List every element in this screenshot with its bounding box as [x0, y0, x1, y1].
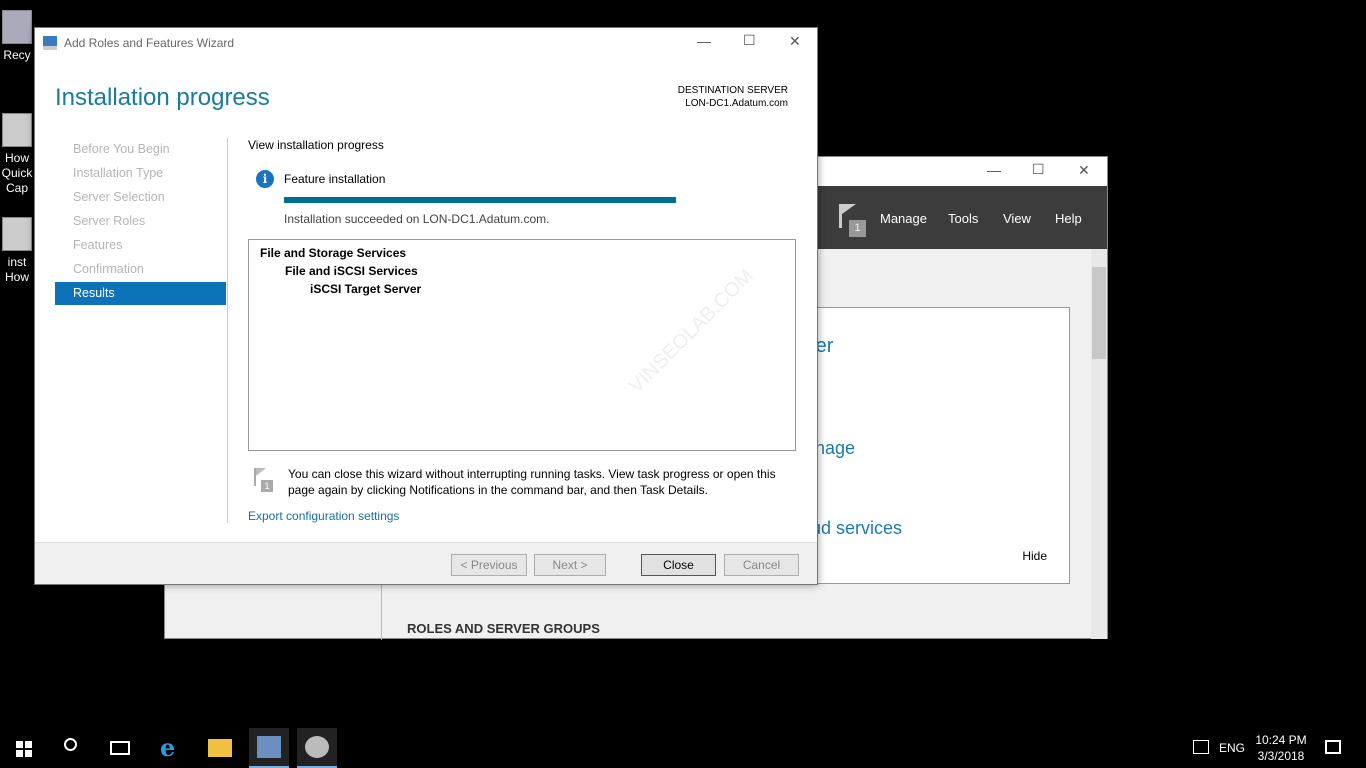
- cancel-button[interactable]: Cancel: [724, 554, 799, 576]
- menu-view[interactable]: View: [1003, 211, 1031, 226]
- page-title: Installation progress: [55, 84, 270, 111]
- close-window-button[interactable]: ✕: [789, 33, 801, 50]
- nav-confirmation: Confirmation: [73, 262, 144, 276]
- maximize-button[interactable]: ☐: [1032, 161, 1045, 178]
- status-text: Installation succeeded on LON-DC1.Adatum…: [284, 212, 550, 226]
- section-title: ROLES AND SERVER GROUPS: [407, 621, 600, 636]
- desktop-icon-label: How Quick Cap: [1, 151, 33, 195]
- clock-date: 3/3/2018: [1257, 749, 1305, 763]
- wizard-window: Add Roles and Features Wizard — ☐ ✕ Inst…: [34, 27, 818, 585]
- previous-button[interactable]: < Previous: [451, 554, 527, 576]
- maximize-button[interactable]: ☐: [743, 32, 756, 49]
- window-title: Add Roles and Features Wizard: [64, 36, 235, 50]
- nav-before-you-begin: Before You Begin: [73, 142, 170, 156]
- nav-features: Features: [73, 238, 123, 252]
- link-add-manage[interactable]: nage: [815, 438, 855, 459]
- hide-link[interactable]: Hide: [1022, 549, 1047, 563]
- recycle-bin-icon: [2, 10, 32, 44]
- clock[interactable]: 10:24 PM 3/3/2018: [1250, 732, 1312, 764]
- desktop-icon-label: Recy: [3, 48, 31, 62]
- server-manager-taskbar-button[interactable]: [249, 728, 289, 768]
- shortcut-icon: [2, 113, 32, 147]
- menu-help[interactable]: Help: [1055, 211, 1082, 226]
- results-box: File and Storage Services File and iSCSI…: [248, 239, 796, 451]
- taskbar: e ENG 10:24 PM 3/3/2018: [0, 728, 1366, 768]
- note-text: You can close this wizard without interr…: [288, 467, 776, 497]
- flag-icon: [842, 204, 856, 214]
- app-taskbar-button[interactable]: [297, 728, 337, 768]
- note-badge: 1: [261, 480, 273, 492]
- desktop-icon-label: inst How: [4, 255, 29, 284]
- clock-time: 10:24 PM: [1255, 733, 1307, 747]
- progress-bar: [284, 197, 676, 203]
- app-icon: [305, 736, 329, 758]
- minimize-button[interactable]: —: [697, 33, 711, 49]
- nav-divider: [227, 138, 228, 523]
- desktop-icon-shortcut-2[interactable]: inst How: [0, 217, 34, 285]
- server-manager-icon: [257, 736, 281, 758]
- start-button[interactable]: [16, 741, 32, 757]
- scroll-thumb[interactable]: [1092, 267, 1106, 359]
- watermark: VINSEOLAB.COM: [625, 264, 758, 398]
- info-icon: i: [256, 170, 274, 188]
- language-indicator[interactable]: ENG: [1219, 741, 1245, 755]
- wizard-icon: [43, 36, 57, 50]
- notifications-flag[interactable]: 1: [837, 204, 867, 238]
- network-warning-icon[interactable]: [1193, 740, 1209, 754]
- minimize-button[interactable]: —: [987, 162, 1001, 178]
- notification-flag-icon: 1: [252, 468, 274, 494]
- feature-installation-label: Feature installation: [284, 172, 386, 186]
- tree-item: iSCSI Target Server: [310, 282, 422, 296]
- desktop-icon-recycle-bin[interactable]: Recy: [0, 10, 34, 63]
- desktop-icon-shortcut-1[interactable]: How Quick Cap: [0, 113, 34, 196]
- nav-server-selection: Server Selection: [73, 190, 165, 204]
- notification-badge: 1: [849, 220, 866, 237]
- search-icon[interactable]: [64, 738, 77, 751]
- menu-tools[interactable]: Tools: [948, 211, 978, 226]
- task-view-icon[interactable]: [110, 741, 130, 755]
- tree-item: File and iSCSI Services: [285, 264, 418, 278]
- next-button[interactable]: Next >: [534, 554, 606, 576]
- nav-installation-type: Installation Type: [73, 166, 164, 180]
- close-button[interactable]: ✕: [1078, 162, 1090, 179]
- menu-manage[interactable]: Manage: [880, 211, 927, 226]
- file-explorer-icon[interactable]: [208, 739, 232, 757]
- divider: [381, 584, 382, 640]
- internet-explorer-icon[interactable]: e: [160, 736, 184, 760]
- progress-fill: [284, 197, 676, 203]
- nav-results[interactable]: Results: [55, 282, 226, 305]
- scrollbar[interactable]: [1091, 249, 1107, 639]
- view-progress-label: View installation progress: [248, 138, 384, 152]
- destination-label: DESTINATION SERVER: [677, 85, 788, 96]
- nav-server-roles: Server Roles: [73, 214, 146, 228]
- shortcut-icon: [2, 217, 32, 251]
- destination-server: LON-DC1.Adatum.com: [685, 98, 788, 109]
- export-configuration-link[interactable]: Export configuration settings: [248, 509, 399, 523]
- tree-item: File and Storage Services: [260, 246, 407, 260]
- action-center-icon[interactable]: [1325, 740, 1341, 754]
- close-button[interactable]: Close: [641, 554, 716, 576]
